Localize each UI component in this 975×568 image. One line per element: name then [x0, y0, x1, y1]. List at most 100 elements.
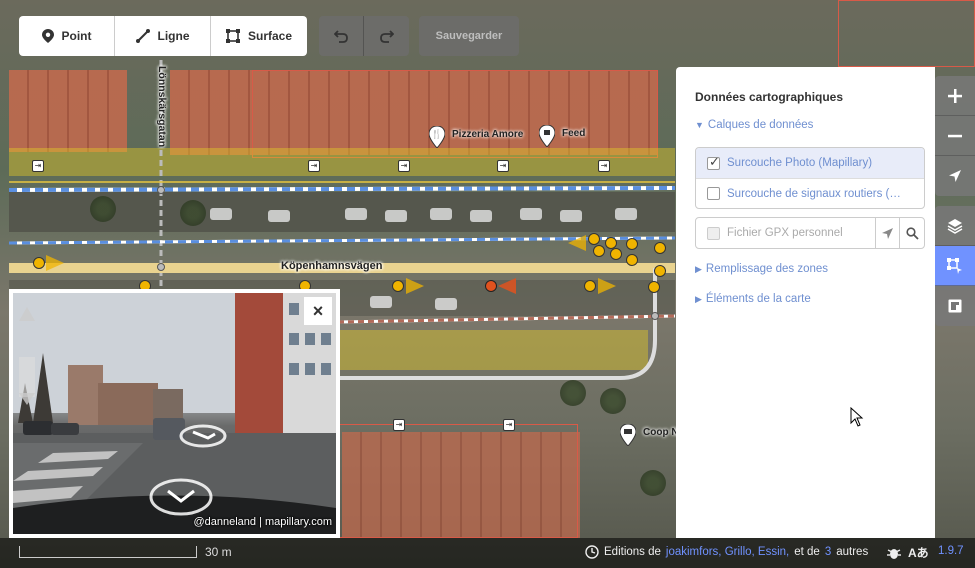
street-scene: [13, 293, 336, 534]
mode-button-group: Point Ligne Surface: [19, 16, 307, 56]
redo-icon: [379, 30, 394, 43]
viewfield-cone: [498, 278, 516, 294]
expanded-arrow-icon: ▼: [695, 120, 704, 130]
mapillary-photo-marker[interactable]: [626, 238, 638, 250]
save-button[interactable]: Sauvegarder: [419, 16, 519, 56]
mapillary-photo-marker[interactable]: [588, 233, 600, 245]
layer-item-traffic-signs[interactable]: Surcouche de signaux routiers (…: [696, 178, 924, 208]
layer-label: Surcouche de signaux routiers (…: [727, 187, 901, 200]
zoom-in-button[interactable]: [935, 76, 975, 116]
svg-text:🍴: 🍴: [431, 128, 442, 140]
viewfield-cone: [406, 278, 424, 294]
street-level-photo[interactable]: × @danneland | mapillary.com: [13, 293, 336, 534]
scale-bar[interactable]: [19, 546, 197, 558]
entrance-icon[interactable]: ⇥: [32, 160, 44, 172]
zoom-out-button[interactable]: [935, 116, 975, 156]
road-label-main: Köpenhamnsvägen: [281, 260, 383, 272]
zoom-to-gpx-button[interactable]: [876, 218, 901, 248]
plus-icon: [948, 88, 962, 103]
entrance-icon[interactable]: ⇥: [497, 160, 509, 172]
data-layers-section-toggle[interactable]: ▼ Calques de données: [695, 119, 813, 131]
location-arrow-icon: [949, 170, 961, 182]
editions-prefix: Editions de: [604, 546, 661, 558]
photo-credit[interactable]: @danneland | mapillary.com: [193, 516, 332, 528]
map-issues-icon: [948, 299, 962, 313]
other-contributors-link[interactable]: 3: [825, 546, 831, 558]
point-icon: [41, 29, 54, 43]
minus-icon: [948, 134, 962, 137]
fill-section-toggle[interactable]: ▶ Remplissage des zones: [695, 263, 828, 275]
data-layers-label: Calques de données: [707, 119, 814, 131]
fast-food-icon[interactable]: [539, 125, 555, 147]
layer-checkbox[interactable]: [707, 154, 720, 170]
layer-item-mapillary-photos[interactable]: Surcouche Photo (Mapillary): [696, 148, 924, 178]
issues-panel-button[interactable]: [935, 286, 975, 326]
bug-report-icon[interactable]: [886, 545, 902, 561]
map-data-icon: [947, 257, 962, 274]
add-line-button[interactable]: Ligne: [115, 16, 211, 56]
custom-gpx-row: Fichier GPX personnel: [695, 217, 925, 249]
background-panel-button[interactable]: [935, 206, 975, 246]
fill-section-label: Remplissage des zones: [705, 263, 829, 275]
poi-label: Pizzeria Amore: [452, 129, 524, 140]
add-point-label: Point: [61, 29, 92, 43]
mapillary-photo-marker[interactable]: [654, 265, 666, 277]
data-layer-list: Surcouche Photo (Mapillary) Surcouche de…: [695, 147, 925, 209]
layer-checkbox[interactable]: [707, 187, 720, 200]
mapillary-photo-marker[interactable]: [654, 242, 666, 254]
mapillary-photo-marker-selected[interactable]: [485, 280, 497, 292]
add-area-button[interactable]: Surface: [211, 16, 307, 56]
mapillary-photo-marker[interactable]: [33, 257, 45, 269]
panel-controls: [935, 206, 975, 326]
viewfield-cone: [568, 235, 586, 251]
entrance-icon[interactable]: ⇥: [398, 160, 410, 172]
line-icon: [135, 29, 150, 43]
add-point-button[interactable]: Point: [19, 16, 115, 56]
road-label-side: Lönnskärsgatan: [156, 66, 168, 148]
mouse-cursor-icon: [850, 407, 864, 427]
et-de-label: et de: [794, 546, 820, 558]
area-icon: [225, 29, 240, 43]
history-clock-icon: [585, 545, 599, 559]
collapsed-arrow-icon: ▶: [695, 293, 702, 304]
entrance-icon[interactable]: ⇥: [503, 419, 515, 431]
layers-icon: [947, 218, 963, 234]
add-area-label: Surface: [247, 29, 293, 43]
custom-gpx-toggle[interactable]: Fichier GPX personnel: [696, 218, 877, 248]
close-viewer-button[interactable]: ×: [304, 297, 332, 325]
mapillary-photo-marker[interactable]: [593, 245, 605, 257]
map-vertex[interactable]: [157, 186, 165, 194]
footer-bar: 30 m Editions de joakimfors, Grillo, Ess…: [0, 538, 975, 568]
geolocate-button[interactable]: [935, 156, 975, 196]
mapillary-photo-marker[interactable]: [626, 254, 638, 266]
layer-label: Surcouche Photo (Mapillary): [727, 157, 873, 169]
shop-icon[interactable]: [620, 424, 636, 446]
version-link[interactable]: 1.9.7: [938, 545, 964, 557]
editors-links[interactable]: joakimfors, Grillo, Essin,: [666, 546, 789, 558]
undo-button[interactable]: [319, 16, 364, 56]
mapillary-photo-marker[interactable]: [392, 280, 404, 292]
entrance-icon[interactable]: ⇥: [393, 419, 405, 431]
map-features-section-toggle[interactable]: ▶ Éléments de la carte: [695, 293, 811, 305]
mapillary-photo-marker[interactable]: [648, 281, 660, 293]
map-vertex[interactable]: [651, 312, 659, 320]
entrance-icon[interactable]: ⇥: [598, 160, 610, 172]
mapillary-photo-viewer: × @danneland | mapillary.com: [9, 289, 340, 538]
translate-icon[interactable]: Aあ: [908, 544, 929, 561]
redo-button[interactable]: [364, 16, 409, 56]
map-controls: [935, 76, 975, 196]
poi-label: Coop N: [643, 427, 679, 438]
mapillary-photo-marker[interactable]: [584, 280, 596, 292]
mapillary-photo-marker[interactable]: [610, 248, 622, 260]
entrance-icon[interactable]: ⇥: [308, 160, 320, 172]
gpx-label: Fichier GPX personnel: [727, 227, 843, 239]
undo-redo-group: [319, 16, 409, 56]
restaurant-icon[interactable]: 🍴: [429, 126, 445, 148]
map-vertex[interactable]: [157, 263, 165, 271]
map-data-panel: Données cartographiques ▼ Calques de don…: [676, 67, 935, 538]
map-data-panel-button[interactable]: [935, 246, 975, 286]
browse-gpx-button[interactable]: [900, 218, 924, 248]
panel-title: Données cartographiques: [695, 90, 844, 104]
undo-icon: [334, 30, 348, 43]
gpx-checkbox[interactable]: [707, 226, 720, 240]
